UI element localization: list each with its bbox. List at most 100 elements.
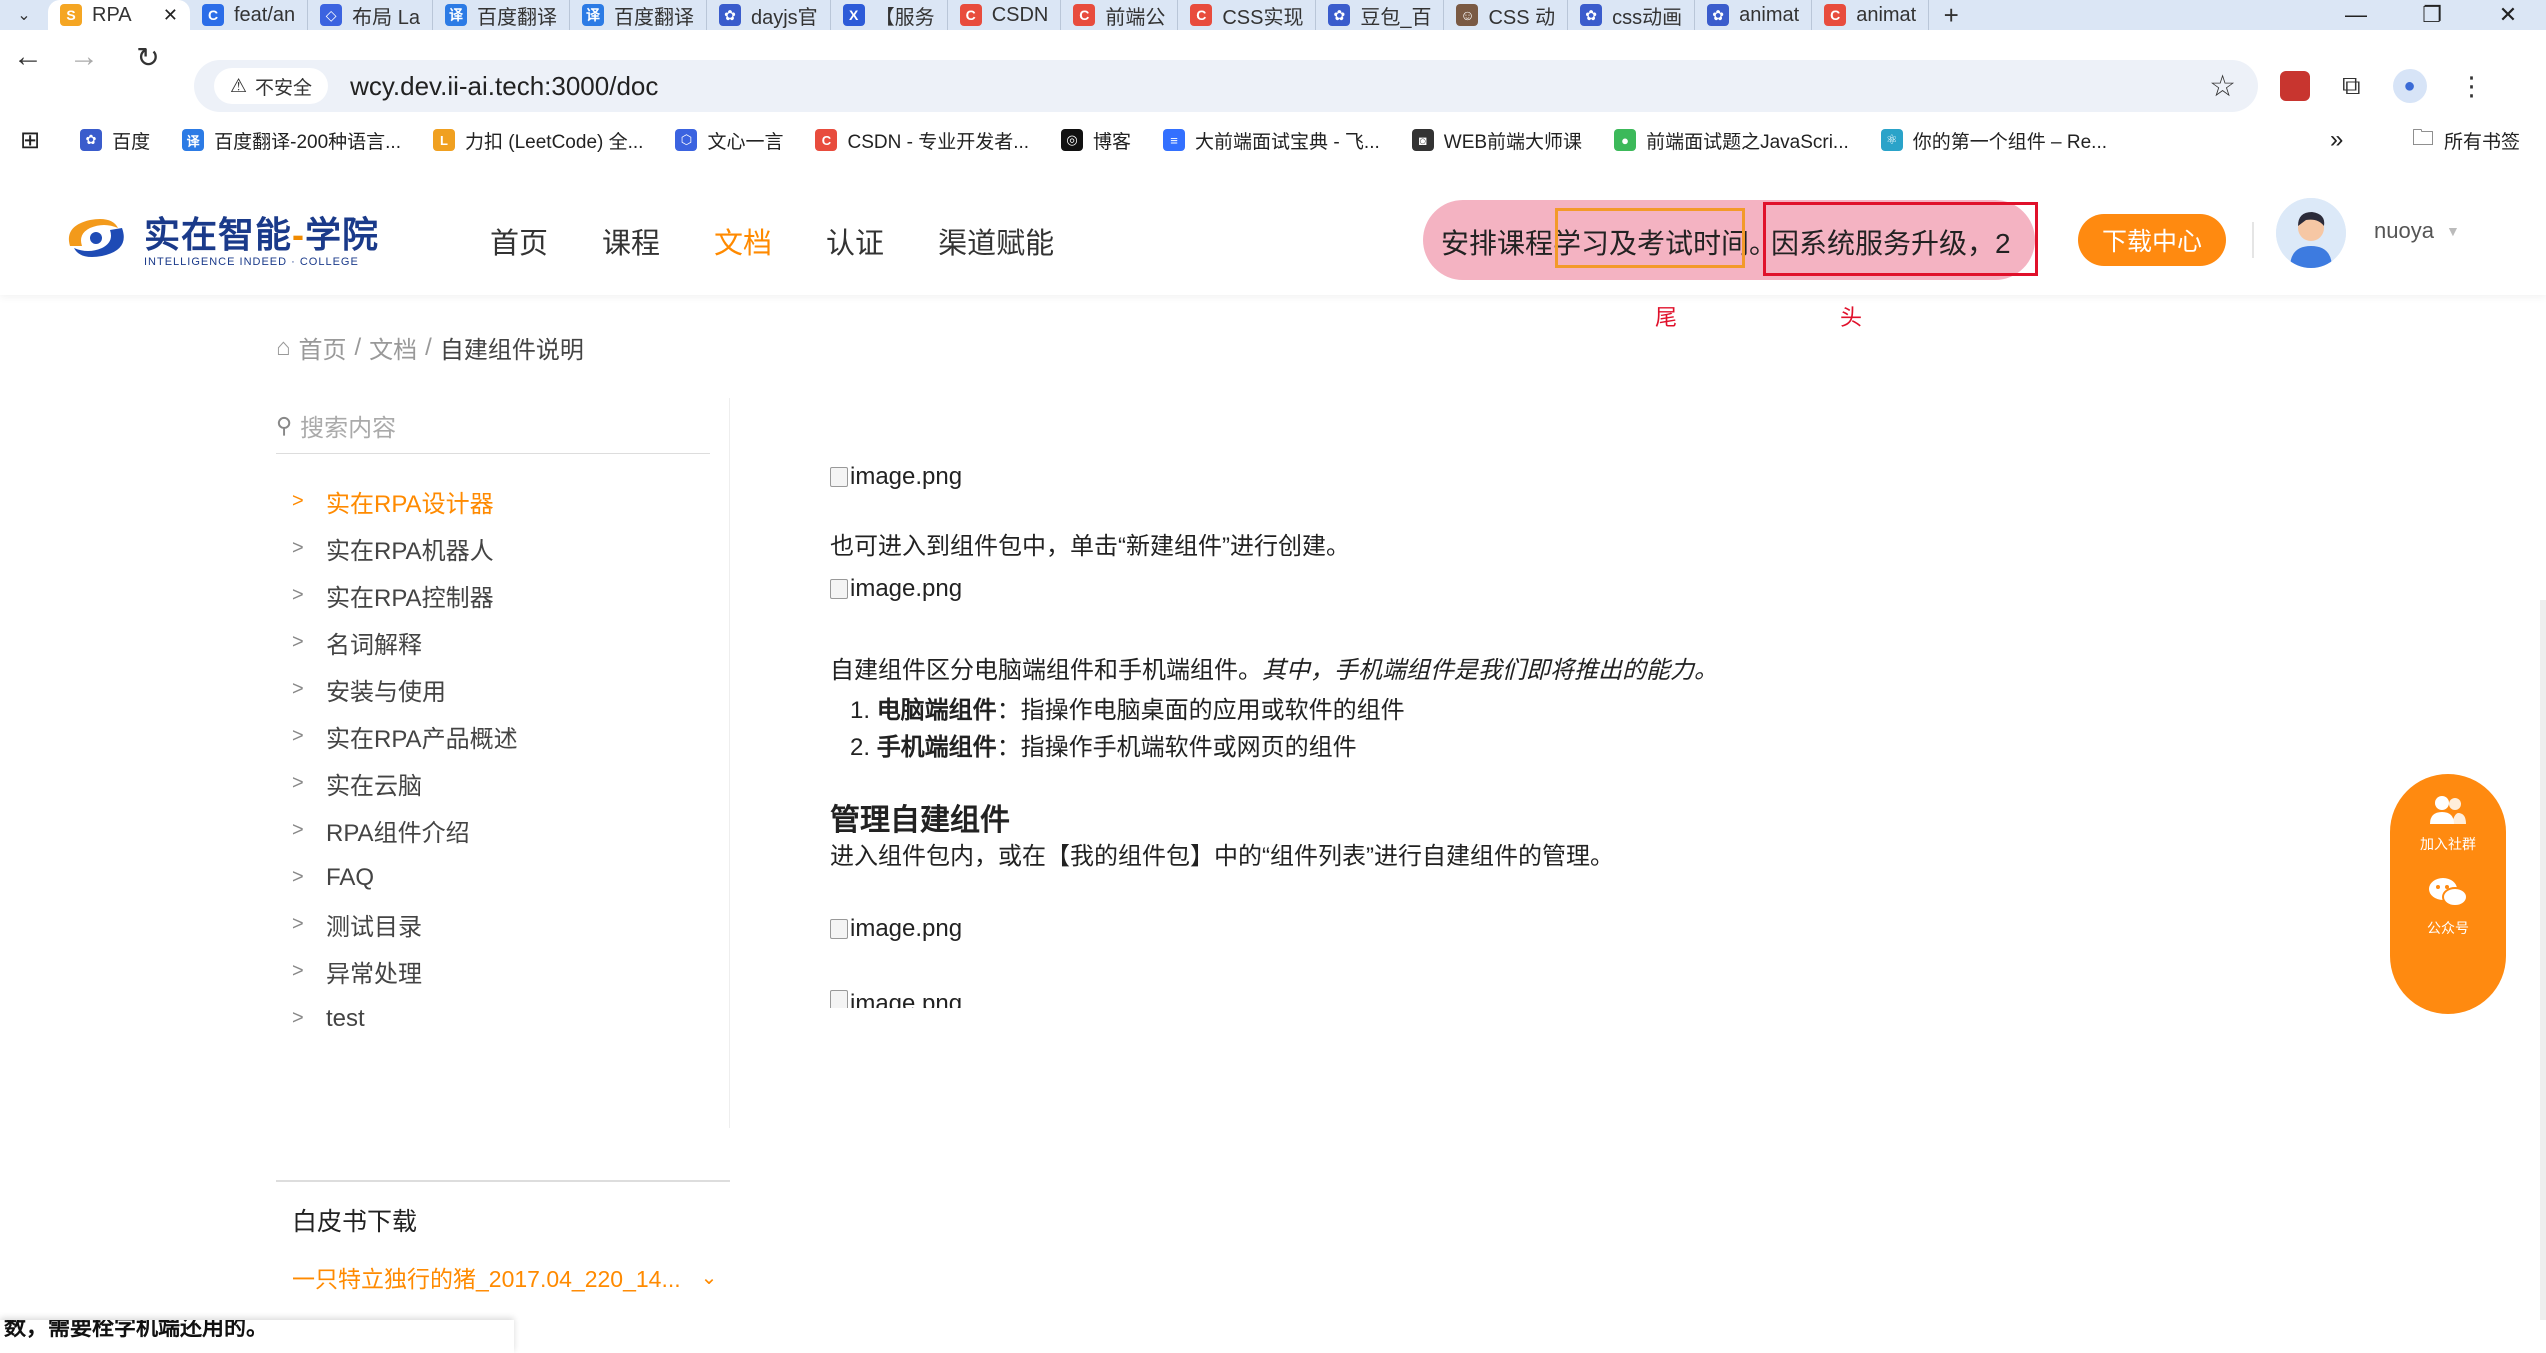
sidebar-tree-item[interactable]: > 实在RPA机器人 [292, 525, 518, 572]
tab-title: dayjs官 [750, 6, 818, 29]
browser-tab[interactable]: ☺ CSS 动 [1444, 0, 1569, 30]
nav-item[interactable]: 课程 [602, 220, 660, 262]
sidebar-tree-item[interactable]: > 实在RPA控制器 [292, 572, 518, 619]
browser-tab[interactable]: X 【服务 [831, 0, 948, 30]
bookmark-label: 百度翻译-200种语言... [214, 131, 401, 153]
not-secure-chip[interactable]: ⚠ 不安全 [214, 68, 329, 104]
sidebar-tree-item[interactable]: > 实在RPA产品概述 [292, 713, 518, 760]
all-bookmarks-folder[interactable]: 🗀 所有书签 [2412, 118, 2520, 162]
bookmark-favicon-icon: ⬡ [675, 129, 698, 151]
browser-menu-icon[interactable]: ⋮ [2459, 71, 2485, 102]
sidebar-tree-item[interactable]: > 实在云脑 [292, 760, 518, 807]
tab-favicon-icon: C [202, 4, 224, 26]
bookmark-item[interactable]: ◎ 博客 [1061, 127, 1131, 154]
browser-tab[interactable]: ✿ css动画 [1568, 0, 1696, 30]
sidebar-tree-item[interactable]: > 安装与使用 [292, 666, 518, 713]
breadcrumb-home[interactable]: 首页 [299, 330, 347, 365]
url-text[interactable]: wcy.dev.ii-ai.tech:3000/doc [350, 71, 658, 102]
back-icon[interactable]: ← [0, 30, 56, 84]
bookmark-item[interactable]: ⬡ 文心一言 [675, 127, 783, 154]
bookmark-item[interactable]: ● 前端面试题之JavaScri... [1614, 127, 1849, 154]
browser-tab[interactable]: Cfeat/an [190, 0, 309, 30]
bookmark-favicon-icon: ✿ [80, 129, 103, 151]
bookmark-item[interactable]: L 力扣 (LeetCode) 全... [433, 127, 643, 154]
list-item-desc: ：指操作电脑桌面的应用或软件的组件 [996, 697, 1405, 724]
sidebar-tree-item[interactable]: > 名词解释 [292, 619, 518, 666]
chevron-right-icon: > [292, 1007, 304, 1029]
chevron-right-icon: > [292, 678, 304, 700]
list-number: 1. [850, 697, 871, 724]
bookmark-label: WEB前端大师课 [1443, 131, 1583, 153]
site-logo[interactable]: 实在智能-学院 INTELLIGENCE INDEED · COLLEGE [60, 206, 379, 268]
sidebar-tree-item[interactable]: > RPA组件介绍 [292, 807, 518, 854]
nav-item[interactable]: 首页 [490, 220, 548, 262]
sidebar-tree-item[interactable]: > test [292, 995, 518, 1042]
logo-mark-icon [68, 219, 124, 257]
bookmark-favicon-icon: C [815, 129, 838, 151]
breadcrumb-docs[interactable]: 文档 [369, 330, 417, 365]
avatar[interactable] [2276, 198, 2346, 268]
restore-icon[interactable]: ❐ [2394, 0, 2470, 30]
bookmark-item[interactable]: ≡ 大前端面试宝典 - 飞... [1163, 127, 1380, 154]
browser-tab[interactable]: C CSDN [948, 0, 1062, 30]
nav-item[interactable]: 认证 [826, 220, 884, 262]
browser-tab[interactable]: Canimat [1812, 0, 1930, 30]
search-input[interactable]: 搜索内容 [300, 408, 396, 443]
tab-search-chevron-icon[interactable]: ⌄ [0, 0, 48, 30]
browser-tab[interactable]: 译百度翻译 [570, 0, 707, 30]
new-tab-button[interactable]: + [1929, 0, 1973, 30]
broken-image: image.png [830, 990, 962, 1008]
bookmark-item[interactable]: 译百度翻译-200种语言... [182, 127, 401, 154]
tab-title: CSS实现 [1222, 6, 1304, 29]
bookmark-label: CSDN - 专业开发者... [847, 131, 1030, 153]
nav-item[interactable]: 渠道赋能 [938, 220, 1054, 262]
chevron-right-icon: > [292, 819, 304, 841]
wechat-button[interactable]: 公众号 [2427, 876, 2469, 938]
sidebar-item-label: 测试目录 [326, 914, 422, 941]
browser-tab[interactable]: 译百度翻译 [433, 0, 570, 30]
browser-tab[interactable]: C CSS实现 [1178, 0, 1317, 30]
header-divider [2252, 222, 2254, 258]
browser-tab[interactable]: ✿ 豆包_百 [1316, 0, 1445, 30]
profile-icon[interactable]: ● [2392, 69, 2427, 103]
sidebar-tree-item[interactable]: > 异常处理 [292, 948, 518, 995]
bookmark-item[interactable]: C CSDN - 专业开发者... [815, 127, 1029, 154]
join-community-button[interactable]: 加入社群 [2420, 794, 2476, 854]
extensions-puzzle-icon[interactable]: ⧉ [2342, 70, 2361, 102]
chevron-right-icon: > [292, 537, 304, 559]
bookmark-item[interactable]: ✿ 百度 [80, 127, 150, 154]
sidebar-tree-item[interactable]: > 测试目录 [292, 901, 518, 948]
list-item-desc: ：指操作手机端软件或网页的组件 [996, 734, 1357, 761]
browser-tab[interactable]: C 前端公 [1061, 0, 1179, 30]
download-center-button[interactable]: 下载中心 [2078, 214, 2226, 266]
broken-image: image.png [830, 460, 962, 494]
page-scrollbar[interactable] [2540, 600, 2546, 1320]
extension-icon-red[interactable] [2280, 71, 2310, 101]
bookmark-star-icon[interactable]: ☆ [2209, 69, 2236, 104]
bookmark-item[interactable]: ◙ WEB前端大师课 [1411, 127, 1583, 154]
bookmarks-overflow-icon[interactable]: » [2330, 118, 2343, 162]
minimize-icon[interactable]: — [2318, 0, 2394, 30]
browser-tab[interactable]: ◇ 布局 La [308, 0, 433, 30]
list-item-term: 电脑端组件 [876, 697, 997, 724]
nav-item[interactable]: 文档 [714, 220, 772, 262]
browser-tab[interactable]: ✿ animat [1695, 0, 1813, 30]
forward-icon[interactable]: → [56, 30, 112, 84]
bookmarks-bar: ⊞ ✿ 百度 译百度翻译-200种语言... L 力扣 (LeetCode) 全... ⬡… [0, 118, 2546, 162]
bookmark-item[interactable]: ⚛ 你的第一个组件 – Re... [1880, 127, 2107, 154]
address-bar[interactable]: ⚠ 不安全 wcy.dev.ii-ai.tech:3000/doc ☆ [194, 60, 2258, 112]
reload-icon[interactable]: ↻ [120, 30, 176, 84]
browser-tab[interactable]: ✿ dayjs官 [707, 0, 831, 30]
bookmark-label: 文心一言 [707, 131, 784, 153]
user-menu[interactable]: nuoya ▼ [2374, 218, 2460, 244]
apps-grid-icon[interactable]: ⊞ [20, 126, 40, 155]
close-tab-icon[interactable]: ✕ [163, 5, 178, 26]
sidebar-tree-item[interactable]: > FAQ [292, 854, 518, 901]
sidebar-tree-item[interactable]: > 实在RPA设计器 [292, 478, 518, 525]
broken-image-icon [830, 919, 848, 939]
sidebar-search[interactable]: ⚲ 搜索内容 [276, 398, 710, 454]
browser-tab[interactable]: S RPA ✕ [48, 0, 190, 30]
whitepaper-file-select[interactable]: 一只特立独行的猪_2017.04_220_14... ⌄ [292, 1260, 730, 1294]
close-window-icon[interactable]: ✕ [2470, 0, 2546, 30]
all-bookmarks-label: 所有书签 [2444, 131, 2521, 153]
